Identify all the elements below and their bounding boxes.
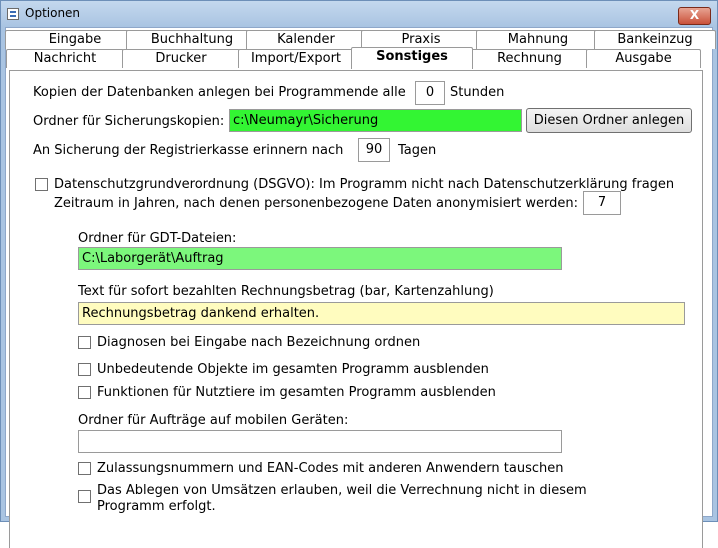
close-button[interactable]: X bbox=[678, 7, 711, 25]
copies-label: Kopien der Datenbanken anlegen bei Progr… bbox=[33, 85, 406, 100]
register-backup-label: An Sicherung der Registrierkasse erinner… bbox=[33, 143, 344, 158]
diagnosen-label: Diagnosen bei Eingabe nach Bezeichnung o… bbox=[97, 335, 421, 350]
tab-mahnung[interactable]: Mahnung bbox=[476, 30, 600, 49]
tab-kalender[interactable]: Kalender bbox=[246, 30, 366, 49]
sonstiges-panel: Kopien der Datenbanken anlegen bei Progr… bbox=[9, 70, 703, 548]
nutztiere-checkbox[interactable] bbox=[78, 386, 91, 399]
tab-ausgabe[interactable]: Ausgabe bbox=[586, 49, 701, 68]
backup-folder-input[interactable]: c:\Neumayr\Sicherung bbox=[229, 109, 522, 132]
tab-import-export[interactable]: Import/Export bbox=[238, 49, 354, 68]
client-area: Eingabe Buchhaltung Kalender Praxis Mahn… bbox=[5, 27, 716, 548]
paid-text-input[interactable]: Rechnungsbetrag dankend erhalten. bbox=[78, 302, 685, 325]
options-window: Optionen X Eingabe Buchhaltung Kalender … bbox=[0, 0, 718, 548]
options-window-icon bbox=[7, 8, 19, 20]
tab-buchhaltung[interactable]: Buchhaltung bbox=[126, 30, 258, 49]
anonymize-label: Zeitraum in Jahren, nach denen personenb… bbox=[54, 196, 578, 211]
register-backup-days-input[interactable]: 90 bbox=[358, 138, 390, 162]
tab-rechnung[interactable]: Rechnung bbox=[471, 49, 588, 68]
gdt-folder-input[interactable]: C:\Laborgerät\Auftrag bbox=[78, 247, 562, 270]
mobile-folder-input[interactable] bbox=[78, 430, 562, 453]
mobile-folder-label: Ordner für Aufträge auf mobilen Geräten: bbox=[78, 413, 349, 428]
objekte-label: Unbedeutende Objekte im gesamten Program… bbox=[97, 362, 489, 377]
tab-eingabe[interactable]: Eingabe bbox=[5, 30, 145, 49]
umsaetze-label-line2: Programm erfolgt. bbox=[97, 499, 216, 514]
dsgvo-label: Datenschutzgrundverordnung (DSGVO): Im P… bbox=[54, 177, 675, 192]
tab-sonstiges[interactable]: Sonstiges bbox=[351, 47, 473, 69]
copies-hours-input[interactable]: 0 bbox=[415, 81, 445, 105]
create-folder-button[interactable]: Diesen Ordner anlegen bbox=[526, 108, 692, 133]
dsgvo-checkbox[interactable] bbox=[35, 178, 48, 191]
backup-folder-label: Ordner für Sicherungskopien: bbox=[33, 114, 225, 129]
zulassung-label: Zulassungsnummern und EAN-Codes mit ande… bbox=[97, 461, 564, 476]
paid-text-label: Text für sofort bezahlten Rechnungsbetra… bbox=[78, 284, 494, 299]
tab-drucker[interactable]: Drucker bbox=[122, 49, 240, 68]
umsaetze-label-line1: Das Ablegen von Umsätzen erlauben, weil … bbox=[97, 483, 587, 498]
register-backup-unit-label: Tagen bbox=[398, 143, 437, 158]
tab-nachricht[interactable]: Nachricht bbox=[6, 49, 124, 68]
title-bar[interactable]: Optionen X bbox=[1, 1, 717, 27]
diagnosen-checkbox[interactable] bbox=[78, 336, 91, 349]
zulassung-checkbox[interactable] bbox=[78, 462, 91, 475]
nutztiere-label: Funktionen für Nutztiere im gesamten Pro… bbox=[97, 385, 496, 400]
anonymize-years-input[interactable]: 7 bbox=[583, 191, 621, 215]
copies-unit-label: Stunden bbox=[450, 85, 505, 100]
objekte-checkbox[interactable] bbox=[78, 363, 91, 376]
umsaetze-checkbox[interactable] bbox=[78, 490, 91, 503]
tab-bankeinzug[interactable]: Bankeinzug bbox=[594, 30, 716, 49]
gdt-folder-label: Ordner für GDT-Dateien: bbox=[78, 231, 237, 246]
window-title: Optionen bbox=[25, 6, 81, 20]
